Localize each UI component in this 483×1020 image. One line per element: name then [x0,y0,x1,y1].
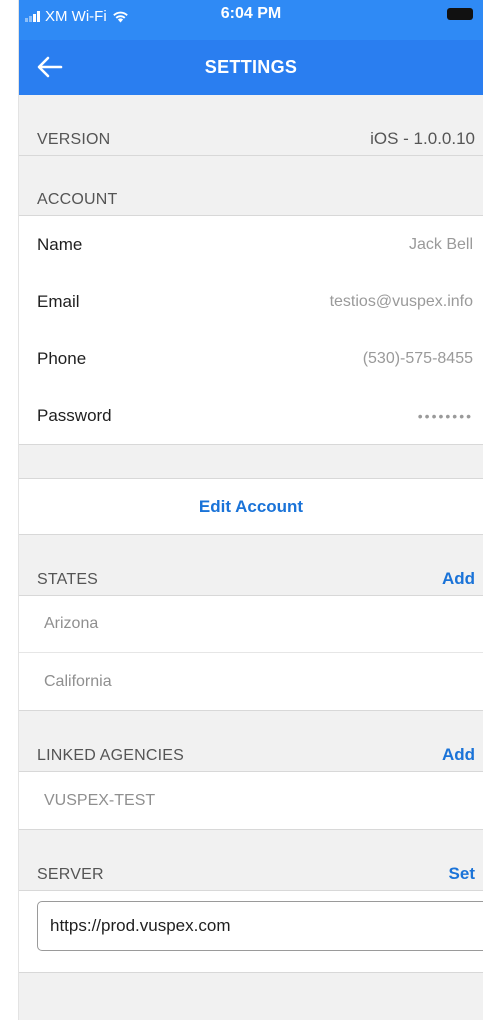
email-value: testios@vuspex.info [329,292,473,310]
list-item[interactable]: Arizona [19,596,483,653]
screen-margin [0,0,18,1020]
edit-account-row[interactable]: Edit Account [19,478,483,535]
account-header-label: ACCOUNT [37,191,118,208]
version-value: iOS - 1.0.0.10 [370,129,475,148]
account-row-email: Email testios@vuspex.info [19,273,483,330]
set-server-button[interactable]: Set [449,864,475,884]
version-row: VERSION iOS - 1.0.0.10 [19,95,483,156]
name-label: Name [37,234,83,254]
linked-agencies-list: VUSPEX-TEST [19,772,483,830]
settings-content: VERSION iOS - 1.0.0.10 ACCOUNT Name Jack… [19,95,483,973]
account-row-phone: Phone (530)-575-8455 [19,330,483,387]
version-label: VERSION [37,131,111,148]
server-url-input[interactable] [37,901,483,951]
states-header-label: STATES [37,571,99,588]
server-block [19,891,483,973]
add-state-button[interactable]: Add [442,569,475,589]
phone-value: (530)-575-8455 [362,349,473,367]
status-time: 6:04 PM [220,5,282,22]
agency-name: VUSPEX-TEST [44,791,156,809]
linked-agencies-header: LINKED AGENCIES Add [19,711,483,772]
state-name: California [44,672,112,690]
status-bar: XM Wi-Fi 6:04 PM [19,0,483,40]
state-name: Arizona [44,615,99,632]
list-item[interactable]: California [19,653,483,710]
account-header: ACCOUNT [19,156,483,216]
phone-label: Phone [37,348,87,368]
server-header: SERVER Set [19,830,483,891]
nav-bar: SETTINGS [19,40,483,95]
account-row-name: Name Jack Bell [19,216,483,273]
account-details: Name Jack Bell Email testios@vuspex.info… [19,216,483,445]
linked-agencies-header-label: LINKED AGENCIES [37,747,185,764]
states-list: Arizona California [19,596,483,711]
page-title: SETTINGS [204,57,298,77]
name-value: Jack Bell [408,235,473,253]
settings-screen: XM Wi-Fi 6:04 PM SETTINGS VERSION iOS - … [18,0,483,1020]
account-row-password: Password •••••••• [19,387,483,444]
edit-account-button[interactable]: Edit Account [199,497,303,517]
list-item[interactable]: VUSPEX-TEST [19,772,483,829]
password-label: Password [37,405,112,425]
server-header-label: SERVER [37,866,104,883]
battery-icon [447,8,473,20]
email-label: Email [37,291,80,311]
password-value: •••••••• [417,407,473,424]
add-agency-button[interactable]: Add [442,745,475,765]
states-header: STATES Add [19,535,483,596]
